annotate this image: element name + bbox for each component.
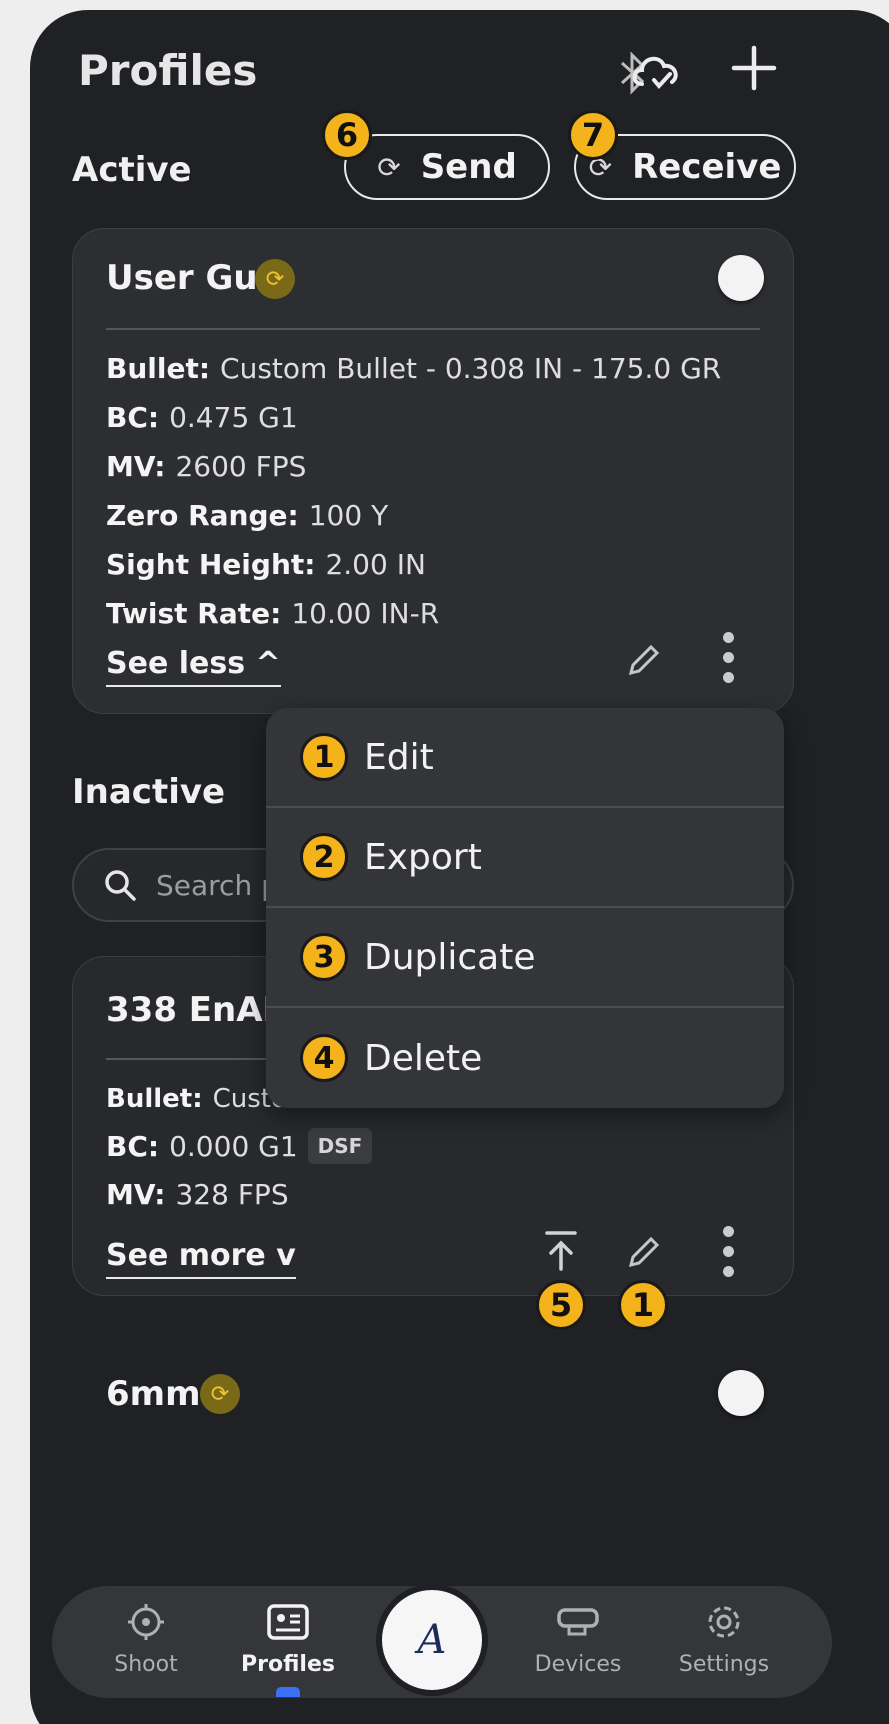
add-profile-icon[interactable] [726,40,782,96]
menu-item-label: Delete [364,1037,483,1079]
see-less-link[interactable]: See less ^ [106,646,281,687]
menu-item-label: Edit [364,736,434,778]
sync-status-icon: ⟳ [200,1374,240,1414]
sync-status-icon: ⟳ [255,259,295,299]
detail-row: Bullet:Custom Bullet - 0.308 IN - 175.0 … [106,352,722,385]
active-section-label: Active [72,150,192,190]
more-options-icon[interactable] [718,632,738,683]
menu-item-label: Export [364,836,482,878]
inactive-section-label: Inactive [72,772,226,812]
profile-radio-toggle[interactable] [718,1370,764,1416]
brand-logo-icon: A [417,1617,447,1663]
see-more-link[interactable]: See more v [106,1238,296,1279]
profile-details: Bullet:Custom Bullet - 0.308 IN - 175.0 … [106,352,721,630]
center-logo-button[interactable]: A [376,1584,488,1696]
edit-pencil-icon[interactable] [622,1230,666,1274]
active-tab-indicator [276,1687,300,1697]
menu-item-export[interactable]: 2 Export [266,808,784,908]
crosshair-icon [128,1604,164,1640]
more-options-icon[interactable] [718,1226,738,1277]
callout-badge: 1 [618,1280,668,1330]
context-menu: 1 Edit 2 Export 3 Duplicate 4 Delete [266,708,784,1108]
active-radio-toggle[interactable] [718,255,764,301]
detail-row: MV: 2600 FPS [106,450,307,483]
send-label: Send [420,147,517,187]
cloud-sync-icon[interactable] [626,42,686,98]
page-title: Profiles [78,46,258,95]
gear-icon [708,1606,740,1638]
nav-label: Profiles [241,1652,335,1677]
detail-row: MV: 328 FPS [106,1178,289,1211]
search-icon [105,870,136,901]
profile-card-icon [267,1604,309,1640]
send-button[interactable]: ⟳ Send [344,134,550,200]
detail-row: Twist Rate: 10.00 IN-R [106,597,440,630]
menu-item-delete[interactable]: 4 Delete [266,1008,784,1108]
nav-item-devices[interactable]: Devices [520,1602,636,1677]
callout-badge: 1 [300,733,348,781]
callout-badge: 5 [536,1280,586,1330]
nav-item-settings[interactable]: Settings [664,1602,784,1677]
card-divider [106,328,760,330]
callout-badge: 7 [568,110,618,160]
app-screen: Profiles Active ⟳ Send 6 ⟳ Receive 7 Use… [30,10,889,1724]
sync-icon: ⟳ [377,150,401,184]
profile-title: 6mm [106,1374,201,1414]
nav-item-shoot[interactable]: Shoot [92,1602,200,1677]
nav-item-profiles[interactable]: Profiles [230,1602,346,1697]
callout-badge: 4 [300,1034,348,1082]
callout-badge: 2 [300,833,348,881]
nav-label: Shoot [114,1652,178,1677]
menu-item-duplicate[interactable]: 3 Duplicate [266,908,784,1008]
menu-item-edit[interactable]: 1 Edit [266,708,784,808]
edit-pencil-icon[interactable] [622,638,666,682]
nav-label: Settings [678,1652,770,1677]
callout-badge: 6 [322,110,372,160]
profile-title: 338 EnAB [106,990,289,1030]
detail-row: BC: 0.000 G1 DSF [106,1128,678,1164]
receive-label: Receive [632,147,782,187]
export-upload-icon[interactable] [538,1226,584,1276]
dsf-tag: DSF [307,1128,373,1164]
menu-item-label: Duplicate [364,936,536,978]
detail-row: Sight Height: 2.00 IN [106,548,426,581]
device-icon [557,1608,599,1636]
callout-badge: 3 [300,933,348,981]
detail-row: Zero Range: 100 Y [106,499,389,532]
detail-row: BC: 0.475 G1 [106,401,298,434]
nav-label: Devices [534,1652,622,1677]
